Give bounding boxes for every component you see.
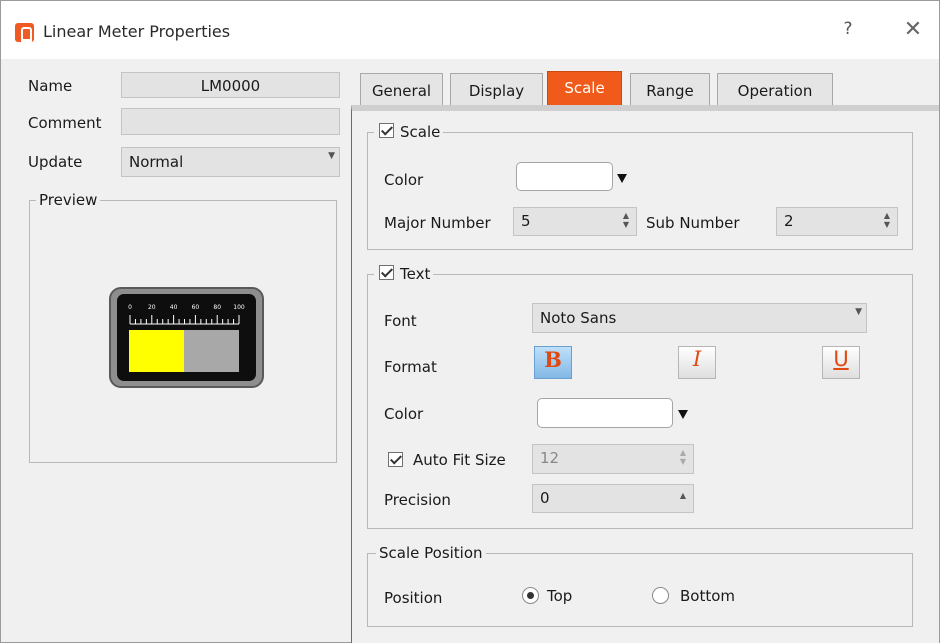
spinner-arrows-icon[interactable]: ▲ ▼ <box>621 211 631 229</box>
tab-general[interactable]: General <box>360 73 443 105</box>
window-title: Linear Meter Properties <box>43 22 231 41</box>
linear-meter-preview: 0 20 40 60 80 100 <box>109 287 264 388</box>
tab-operation[interactable]: Operation <box>717 73 833 105</box>
comment-label: Comment <box>28 114 102 132</box>
close-button[interactable]: ✕ <box>900 17 926 45</box>
meter-tick-label: 60 <box>192 304 200 311</box>
position-label: Position <box>384 589 443 607</box>
format-label: Format <box>384 358 437 376</box>
meter-bar-fill <box>129 330 184 372</box>
name-label: Name <box>28 77 73 95</box>
text-color-label: Color <box>384 405 424 423</box>
scale-position-group: Scale Position <box>367 544 913 627</box>
preview-label: Preview <box>36 191 101 209</box>
precision-label: Precision <box>384 491 451 509</box>
meter-tick-label: 20 <box>148 304 156 311</box>
chevron-down-icon: ▼ <box>855 307 862 317</box>
italic-button[interactable]: I <box>678 346 716 379</box>
auto-fit-size-value: 12 <box>540 449 560 467</box>
auto-fit-size-checkbox[interactable] <box>388 452 403 467</box>
comment-field[interactable] <box>121 108 340 135</box>
meter-tick-label: 40 <box>170 304 178 311</box>
text-color-picker[interactable] <box>537 398 673 428</box>
sub-number-spinner[interactable]: 2 ▲ ▼ <box>776 207 898 236</box>
scale-checkbox[interactable] <box>379 123 394 138</box>
bold-button[interactable]: B <box>534 346 572 379</box>
auto-fit-size-spinner: 12 ▲ ▼ <box>532 444 694 474</box>
spinner-arrows-icon: ▲ ▼ <box>679 448 687 466</box>
sub-number-value: 2 <box>784 212 794 230</box>
update-value: Normal <box>129 153 184 171</box>
title-bar[interactable]: Linear Meter Properties ? ✕ <box>1 1 939 59</box>
preview-group: Preview 0 20 40 60 80 100 <box>29 191 337 463</box>
scale-color-dropdown-icon[interactable] <box>617 174 627 183</box>
auto-fit-size-label: Auto Fit Size <box>413 451 506 469</box>
major-number-spinner[interactable]: 5 ▲ ▼ <box>513 207 637 236</box>
meter-tick-label: 100 <box>233 304 245 311</box>
update-label: Update <box>28 153 83 171</box>
major-number-value: 5 <box>521 212 531 230</box>
major-number-label: Major Number <box>384 214 491 232</box>
help-button[interactable]: ? <box>837 19 859 43</box>
meter-tick-label: 80 <box>213 304 221 311</box>
text-color-dropdown-icon[interactable] <box>678 410 688 419</box>
update-dropdown[interactable]: Normal ▼ <box>121 147 340 177</box>
spinner-arrows-icon[interactable]: ▲ ▼ <box>882 211 892 229</box>
meter-tick-label: 0 <box>128 304 132 311</box>
scale-position-label: Scale Position <box>376 544 486 562</box>
spinner-up-icon[interactable]: ▲ <box>678 491 688 500</box>
text-checkbox[interactable] <box>379 265 394 280</box>
tab-display[interactable]: Display <box>450 73 543 105</box>
position-bottom-label[interactable]: Bottom <box>680 587 735 605</box>
chevron-down-icon: ▼ <box>328 151 335 161</box>
position-top-radio[interactable] <box>522 587 539 604</box>
font-value: Noto Sans <box>540 309 617 327</box>
position-top-label[interactable]: Top <box>547 587 572 605</box>
underline-button[interactable]: U <box>822 346 860 379</box>
tab-range[interactable]: Range <box>630 73 710 105</box>
sub-number-label: Sub Number <box>646 214 740 232</box>
font-dropdown[interactable]: Noto Sans ▼ <box>532 303 867 333</box>
scale-color-picker[interactable] <box>516 162 613 191</box>
scale-color-label: Color <box>384 171 424 189</box>
precision-spinner[interactable]: 0 ▲ <box>532 484 694 513</box>
name-field[interactable]: LM0000 <box>121 72 340 98</box>
position-bottom-radio[interactable] <box>652 587 669 604</box>
precision-value: 0 <box>540 489 550 507</box>
properties-dialog: Linear Meter Properties ? ✕ Name LM0000 … <box>0 0 940 643</box>
font-label: Font <box>384 312 417 330</box>
app-icon <box>15 23 34 42</box>
tab-scale[interactable]: Scale <box>547 71 622 105</box>
